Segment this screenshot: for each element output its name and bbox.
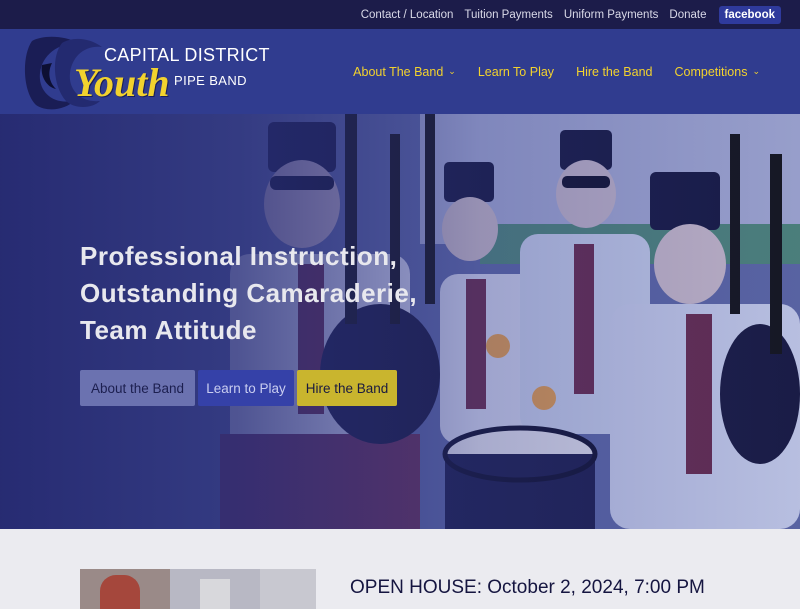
chevron-down-icon: ⌄ [752, 66, 760, 76]
logo-text-youth: Youth [74, 60, 170, 105]
event-title: OPEN HOUSE: October 2, 2024, 7:00 PM [350, 577, 705, 598]
top-utility-bar: Contact / Location Tuition Payments Unif… [0, 0, 800, 29]
nav-learn-label: Learn To Play [477, 64, 555, 79]
logo-text-pipe-band: PIPE BAND [174, 73, 247, 88]
about-the-band-button[interactable]: About the Band [80, 370, 195, 406]
nav-hire-label: Hire the Band [576, 64, 653, 79]
nav-hire-the-band[interactable]: Hire the Band [576, 65, 652, 79]
event-thumbnail-image[interactable] [80, 569, 316, 609]
hero-headline-line: Outstanding Camaraderie, [80, 278, 418, 308]
hero-banner: Professional Instruction, Outstanding Ca… [0, 114, 800, 529]
nav-learn-to-play[interactable]: Learn To Play [478, 65, 554, 79]
site-logo[interactable]: CAPITAL DISTRICT Youth PIPE BAND [22, 35, 270, 111]
uniform-payments-link[interactable]: Uniform Payments [564, 9, 659, 21]
contact-location-link[interactable]: Contact / Location [361, 9, 454, 21]
events-section: OPEN HOUSE: October 2, 2024, 7:00 PM [0, 529, 800, 609]
donate-link[interactable]: Donate [669, 9, 706, 21]
nav-about-label: About The Band [353, 64, 444, 79]
hero-headline: Professional Instruction, Outstanding Ca… [80, 238, 440, 349]
hero-headline-line: Team Attitude [80, 315, 257, 345]
nav-about-the-band[interactable]: About The Band ⌄ [353, 65, 456, 79]
tuition-payments-link[interactable]: Tuition Payments [464, 9, 552, 21]
nav-competitions-label: Competitions [674, 64, 748, 79]
nav-competitions[interactable]: Competitions ⌄ [675, 65, 761, 79]
facebook-button[interactable]: facebook [718, 5, 781, 24]
hire-the-band-button[interactable]: Hire the Band [297, 370, 397, 406]
main-nav: About The Band ⌄ Learn To Play Hire the … [331, 29, 760, 114]
site-header: CAPITAL DISTRICT Youth PIPE BAND About T… [0, 29, 800, 114]
hero-headline-line: Professional Instruction, [80, 241, 398, 271]
chevron-down-icon: ⌄ [448, 66, 456, 76]
learn-to-play-button[interactable]: Learn to Play [198, 370, 294, 406]
